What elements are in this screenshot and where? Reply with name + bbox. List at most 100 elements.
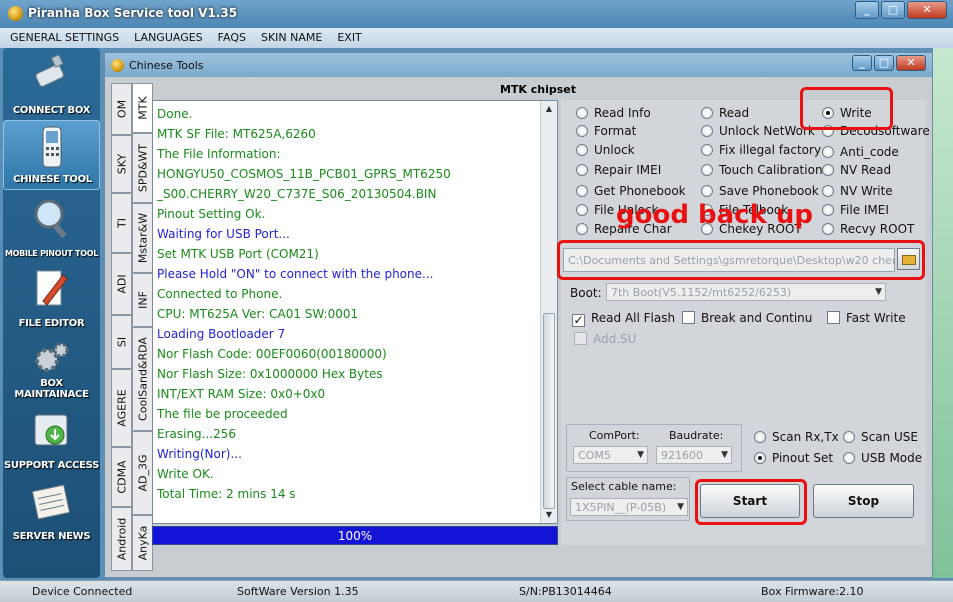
- tab-spd-wt[interactable]: SPD&WT: [132, 133, 153, 203]
- sidebar-item-support-access[interactable]: SUPPORT ACCESS: [3, 405, 100, 475]
- tab-android[interactable]: Android: [111, 507, 132, 571]
- cable-select[interactable]: 1X5PIN__(P-05B) ▼: [570, 498, 688, 516]
- radio-format[interactable]: Format: [576, 124, 636, 138]
- status-serial-number: S/N:PB13014464: [519, 585, 612, 598]
- log-line: MTK SF File: MT625A,6260: [157, 127, 316, 141]
- maximize-button[interactable]: □: [881, 1, 905, 19]
- tab-sky[interactable]: SKY: [111, 135, 132, 193]
- radio-icon: [822, 185, 834, 197]
- checkbox-read-all-flash[interactable]: ✓ Read All Flash: [572, 311, 675, 327]
- tab-ti[interactable]: TI: [111, 193, 132, 253]
- tab-adi[interactable]: ADI: [111, 253, 132, 315]
- scroll-thumb[interactable]: [543, 313, 555, 509]
- log-line: Set MTK USB Port (COM21): [157, 247, 319, 261]
- menu-bar: GENERAL SETTINGS LANGUAGES FAQS SKIN NAM…: [0, 28, 953, 48]
- tab-mstar-w[interactable]: Mstar&W: [132, 203, 153, 273]
- log-line: _S00.CHERRY_W20_C737E_S06_20130504.BIN: [157, 187, 437, 201]
- title-bar: Piranha Box Service tool V1.35 _ □ ✕: [0, 0, 953, 28]
- radio-icon: [822, 204, 834, 216]
- tab-agere[interactable]: AGERE: [111, 369, 132, 447]
- log-line: Connected to Phone.: [157, 287, 283, 301]
- menu-general-settings[interactable]: GENERAL SETTINGS: [0, 28, 124, 48]
- log-line: Waiting for USB Port...: [157, 227, 290, 241]
- radio-fix-illegal-factory[interactable]: Fix illegal factory: [701, 143, 821, 157]
- radio-recvy-root[interactable]: Recvy ROOT: [822, 222, 914, 236]
- radio-anti-code[interactable]: Anti_code: [822, 145, 899, 159]
- tab-ad-3g[interactable]: AD_3G: [132, 431, 153, 515]
- baudrate-select[interactable]: 921600 ▼: [656, 446, 732, 464]
- tab-coolsand-rda[interactable]: CoolSand&RDA: [132, 327, 153, 431]
- child-minimize-button[interactable]: _: [852, 55, 872, 71]
- log-line: Loading Bootloader 7: [157, 327, 286, 341]
- checkbox-break-and-continue[interactable]: Break and Continu: [682, 311, 812, 325]
- sidebar-item-chinese-tool[interactable]: CHINESE TOOL: [3, 120, 100, 190]
- log-line: The file be proceeded: [157, 407, 288, 421]
- radio-file-imei[interactable]: File IMEI: [822, 203, 889, 217]
- radio-usb-mode[interactable]: USB Mode: [843, 451, 922, 465]
- minimize-button[interactable]: _: [855, 1, 879, 19]
- scroll-down-icon[interactable]: ▼: [541, 507, 557, 523]
- annotation-text: good back up: [616, 200, 814, 230]
- radio-scan-use[interactable]: Scan USE: [843, 430, 918, 444]
- annotation-write-highlight: [800, 87, 893, 130]
- chevron-down-icon: ▼: [721, 450, 728, 460]
- child-window-title: Chinese Tools: [129, 59, 204, 72]
- log-scrollbar[interactable]: ▲ ▼: [540, 101, 557, 523]
- log-line: INT/EXT RAM Size: 0x0+0x0: [157, 387, 326, 401]
- radio-nv-write[interactable]: NV Write: [822, 184, 893, 198]
- menu-faqs[interactable]: FAQS: [208, 28, 251, 48]
- tab-si[interactable]: SI: [111, 315, 132, 369]
- menu-skin-name[interactable]: SKIN NAME: [251, 28, 327, 48]
- radio-pinout-set[interactable]: Pinout Set: [754, 451, 833, 465]
- radio-unlock[interactable]: Unlock: [576, 143, 635, 157]
- sidebar-item-box-maintainace[interactable]: BOX MAINTAINACE: [3, 334, 100, 404]
- comport-select[interactable]: COM5 ▼: [573, 446, 648, 464]
- radio-scan-rx-tx[interactable]: Scan Rx,Tx: [754, 430, 839, 444]
- sidebar-item-connect-box[interactable]: CONNECT BOX: [3, 50, 100, 120]
- tab-inf[interactable]: INF: [132, 273, 153, 327]
- tab-anyka[interactable]: AnyKa: [132, 515, 153, 571]
- scroll-up-icon[interactable]: ▲: [541, 101, 557, 117]
- sidebar-item-server-news[interactable]: SERVER NEWS: [3, 476, 100, 546]
- radio-unlock-network[interactable]: Unlock NetWork: [701, 124, 815, 138]
- radio-repair-imei[interactable]: Repair IMEI: [576, 163, 661, 177]
- checkbox-fast-write[interactable]: Fast Write: [827, 311, 906, 325]
- radio-icon: [822, 146, 834, 158]
- radio-save-phonebook[interactable]: Save Phonebook: [701, 184, 819, 198]
- sidebar-item-file-editor[interactable]: FILE EDITOR: [3, 263, 100, 333]
- child-window-icon: [111, 59, 124, 72]
- chevron-down-icon: ▼: [875, 287, 882, 297]
- radio-icon: [576, 164, 588, 176]
- log-line: Write OK.: [157, 467, 214, 481]
- progress-bar: 100%: [152, 526, 558, 545]
- child-maximize-button[interactable]: □: [874, 55, 894, 71]
- radio-icon: [843, 452, 855, 464]
- radio-touch-calibration[interactable]: Touch Calibration: [701, 163, 823, 177]
- close-button[interactable]: ✕: [907, 1, 947, 19]
- sidebar-item-mobile-pinout-tool[interactable]: MOBILE PINOUT TOOL: [3, 192, 100, 262]
- radio-icon: [701, 185, 713, 197]
- tab-mtk[interactable]: MTK: [132, 83, 153, 133]
- app-icon: [8, 6, 23, 21]
- radio-read[interactable]: Read: [701, 106, 749, 120]
- log-line: Nor Flash Size: 0x1000000 Hex Bytes: [157, 367, 383, 381]
- radio-icon: [701, 107, 713, 119]
- checkbox-icon: [682, 311, 695, 324]
- checkbox-icon: [827, 311, 840, 324]
- boot-select[interactable]: 7th Boot(V5.1152/mt6252/6253) ▼: [606, 283, 886, 301]
- log-line: Please Hold "ON" to connect with the pho…: [157, 267, 434, 281]
- checkbox-disabled-icon: [574, 332, 587, 345]
- radio-read-info[interactable]: Read Info: [576, 106, 651, 120]
- child-close-button[interactable]: ✕: [896, 55, 926, 71]
- tab-om[interactable]: OM: [111, 83, 132, 135]
- stop-button[interactable]: Stop: [813, 484, 914, 518]
- log-line: Total Time: 2 mins 14 s: [157, 487, 296, 501]
- window-title: Piranha Box Service tool V1.35: [28, 6, 238, 20]
- radio-get-phonebook[interactable]: Get Phonebook: [576, 184, 686, 198]
- support-box-icon: [34, 414, 68, 446]
- menu-languages[interactable]: LANGUAGES: [124, 28, 208, 48]
- log-output[interactable]: Done. MTK SF File: MT625A,6260 The File In…: [152, 100, 558, 524]
- radio-nv-read[interactable]: NV Read: [822, 163, 891, 177]
- menu-exit[interactable]: EXIT: [327, 28, 366, 48]
- tab-cdma[interactable]: CDMA: [111, 447, 132, 507]
